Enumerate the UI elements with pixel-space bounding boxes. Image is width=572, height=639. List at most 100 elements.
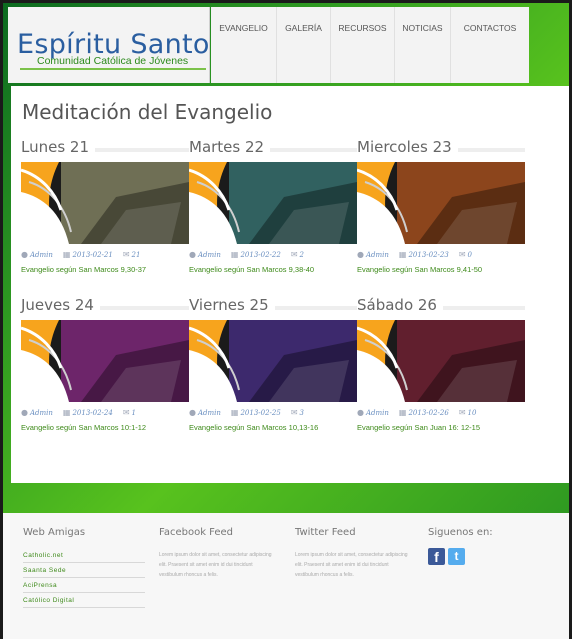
footer-friends: Web Amigas Catholic.net Saanta Sede AciP… xyxy=(23,527,145,608)
post-date: 2013-02-25 xyxy=(240,408,281,417)
card-thumbnail[interactable] xyxy=(21,320,189,402)
post-author[interactable]: Admin xyxy=(30,251,53,259)
thumbnail-image xyxy=(357,320,525,402)
post-author[interactable]: Admin xyxy=(198,409,221,417)
calendar-icon: ▦ xyxy=(398,408,407,417)
calendar-icon: ▦ xyxy=(62,250,71,259)
friend-link-aciprensa[interactable]: AciPrensa xyxy=(23,578,145,593)
day-name: Miercoles 23 xyxy=(357,138,458,156)
day-name: Martes 22 xyxy=(189,138,271,156)
post-author[interactable]: Admin xyxy=(30,409,53,417)
post-author[interactable]: Admin xyxy=(366,409,389,417)
card-thumbnail[interactable] xyxy=(189,162,357,244)
gospel-link[interactable]: Evangelio según San Juan 16: 12-15 xyxy=(357,423,480,432)
day-name: Viernes 25 xyxy=(189,296,275,314)
social-icons: f t xyxy=(428,548,493,565)
meditation-card: Sábado 26 ● Admin ▦ 2013-02-26 ✉ 10 Evangelio s… xyxy=(357,296,525,436)
user-icon: ● xyxy=(357,250,364,259)
calendar-icon: ▦ xyxy=(230,250,239,259)
day-heading: Lunes 21 xyxy=(21,138,189,160)
facebook-feed-title: Facebook Feed xyxy=(159,527,234,538)
gospel-link[interactable]: Evangelio según San Marcos 9,41-50 xyxy=(357,265,482,274)
post-meta: ● Admin ▦ 2013-02-25 ✉ 3 xyxy=(189,408,357,420)
friend-link-santa-sede[interactable]: Saanta Sede xyxy=(23,563,145,578)
page-title: Meditación del Evangelio xyxy=(22,100,273,124)
twitter-feed-text: Lorem ipsum dolor sit amet, consectetur … xyxy=(295,552,408,578)
footer-twitter-feed: Twitter Feed Lorem ipsum dolor sit amet,… xyxy=(295,527,413,580)
post-date: 2013-02-26 xyxy=(408,408,449,417)
gospel-link[interactable]: Evangelio según San Marcos 9,38-40 xyxy=(189,265,314,274)
gospel-link[interactable]: Evangelio según San Marcos 10:1-12 xyxy=(21,423,146,432)
post-meta: ● Admin ▦ 2013-02-22 ✉ 2 xyxy=(189,250,357,262)
calendar-icon: ▦ xyxy=(230,408,239,417)
comment-count[interactable]: 0 xyxy=(468,251,472,259)
day-heading: Miercoles 23 xyxy=(357,138,525,160)
comment-count[interactable]: 1 xyxy=(132,409,136,417)
day-heading: Martes 22 xyxy=(189,138,357,160)
comment-count[interactable]: 21 xyxy=(132,251,141,259)
friends-list: Catholic.net Saanta Sede AciPrensa Catól… xyxy=(23,548,145,608)
footer-facebook-feed: Facebook Feed Lorem ipsum dolor sit amet… xyxy=(159,527,277,580)
user-icon: ● xyxy=(21,408,28,417)
comment-icon: ✉ xyxy=(458,250,466,259)
friend-link-catolico-digital[interactable]: Católico Digital xyxy=(23,593,145,608)
social-title: Siguenos en: xyxy=(428,527,493,538)
thumbnail-image xyxy=(189,320,357,402)
thumbnail-image xyxy=(357,162,525,244)
nav-recursos[interactable]: RECURSOS xyxy=(331,7,395,83)
comment-count[interactable]: 2 xyxy=(300,251,304,259)
logo-subtitle: Comunidad Católica de Jóvenes xyxy=(37,55,189,67)
user-icon: ● xyxy=(21,250,28,259)
card-thumbnail[interactable] xyxy=(21,162,189,244)
gospel-link[interactable]: Evangelio según San Marcos 10,13-16 xyxy=(189,423,318,432)
day-heading: Sábado 26 xyxy=(357,296,525,318)
friends-title: Web Amigas xyxy=(23,527,86,538)
nav-noticias[interactable]: NOTICIAS xyxy=(395,7,451,83)
meditation-card: Martes 22 ● Admin ▦ 2013-02-22 ✉ 2 Evangelio se… xyxy=(189,138,357,278)
main-content: Meditación del Evangelio Lunes 21 ● Admin ▦… xyxy=(11,86,569,483)
logo-underline xyxy=(20,68,206,70)
comment-count[interactable]: 10 xyxy=(468,409,477,417)
meditation-card: Lunes 21 ● Admin ▦ 2013-02-21 ✉ 21 Evangelio se… xyxy=(21,138,189,278)
nav-galeria[interactable]: GALERÍA xyxy=(277,7,331,83)
post-date: 2013-02-24 xyxy=(72,408,113,417)
post-meta: ● Admin ▦ 2013-02-24 ✉ 1 xyxy=(21,408,189,420)
thumbnail-image xyxy=(21,162,189,244)
comment-count[interactable]: 3 xyxy=(300,409,304,417)
site-footer: Web Amigas Catholic.net Saanta Sede AciP… xyxy=(3,513,569,639)
post-author[interactable]: Admin xyxy=(366,251,389,259)
thumbnail-image xyxy=(189,162,357,244)
post-date: 2013-02-21 xyxy=(72,250,113,259)
user-icon: ● xyxy=(189,250,196,259)
nav-contactos[interactable]: CONTACTOS xyxy=(451,7,529,83)
post-author[interactable]: Admin xyxy=(198,251,221,259)
site-header: Espíritu Santo Comunidad Católica de Jóv… xyxy=(3,3,569,83)
post-meta: ● Admin ▦ 2013-02-21 ✉ 21 xyxy=(21,250,189,262)
calendar-icon: ▦ xyxy=(62,408,71,417)
day-name: Sábado 26 xyxy=(357,296,443,314)
facebook-icon[interactable]: f xyxy=(428,548,445,565)
twitter-icon[interactable]: t xyxy=(448,548,465,565)
user-icon: ● xyxy=(357,408,364,417)
day-heading: Jueves 24 xyxy=(21,296,189,318)
card-thumbnail[interactable] xyxy=(357,162,525,244)
card-thumbnail[interactable] xyxy=(189,320,357,402)
day-heading: Viernes 25 xyxy=(189,296,357,318)
comment-icon: ✉ xyxy=(290,408,298,417)
comment-icon: ✉ xyxy=(290,250,298,259)
calendar-icon: ▦ xyxy=(398,250,407,259)
twitter-feed-title: Twitter Feed xyxy=(295,527,356,538)
post-meta: ● Admin ▦ 2013-02-23 ✉ 0 xyxy=(357,250,525,262)
comment-icon: ✉ xyxy=(122,250,130,259)
site-logo[interactable]: Espíritu Santo Comunidad Católica de Jóv… xyxy=(8,7,210,83)
day-name: Lunes 21 xyxy=(21,138,96,156)
main-nav: EVANGELIO GALERÍA RECURSOS NOTICIAS CONT… xyxy=(211,7,529,83)
card-thumbnail[interactable] xyxy=(357,320,525,402)
gospel-link[interactable]: Evangelio según San Marcos 9,30-37 xyxy=(21,265,146,274)
user-icon: ● xyxy=(189,408,196,417)
meditation-card: Viernes 25 ● Admin ▦ 2013-02-25 ✉ 3 Evangelio s… xyxy=(189,296,357,436)
nav-evangelio[interactable]: EVANGELIO xyxy=(211,7,277,83)
meditation-card: Miercoles 23 ● Admin ▦ 2013-02-23 ✉ 0 Evangelio… xyxy=(357,138,525,278)
comment-icon: ✉ xyxy=(122,408,130,417)
friend-link-catholic-net[interactable]: Catholic.net xyxy=(23,548,145,563)
